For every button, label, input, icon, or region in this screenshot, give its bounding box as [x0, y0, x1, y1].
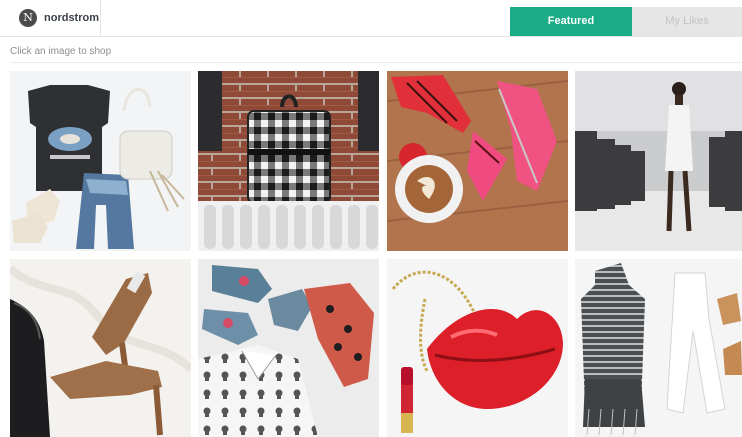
- top-bar: N nordstrom Featured My Likes: [0, 0, 742, 37]
- product-image-runway-model[interactable]: [575, 71, 742, 251]
- shop-instruction: Click an image to shop: [10, 46, 112, 57]
- tab-my-likes[interactable]: My Likes: [632, 7, 742, 36]
- product-image-knit-top-jeans[interactable]: [575, 259, 742, 437]
- product-image-heels-latte[interactable]: [387, 71, 568, 251]
- brand[interactable]: N nordstrom: [0, 0, 101, 36]
- product-image-suede-pumps[interactable]: [10, 259, 191, 437]
- divider: [10, 62, 742, 63]
- nordstrom-logo-icon: N: [19, 9, 37, 27]
- product-image-gingham-backpack[interactable]: [198, 71, 379, 251]
- tab-featured[interactable]: Featured: [510, 7, 632, 36]
- product-image-embroidered-flats[interactable]: [198, 259, 379, 437]
- product-image-outfit-tank-shorts[interactable]: [10, 71, 191, 251]
- brand-name: nordstrom: [44, 12, 99, 24]
- product-image-lips-clutch[interactable]: [387, 259, 568, 437]
